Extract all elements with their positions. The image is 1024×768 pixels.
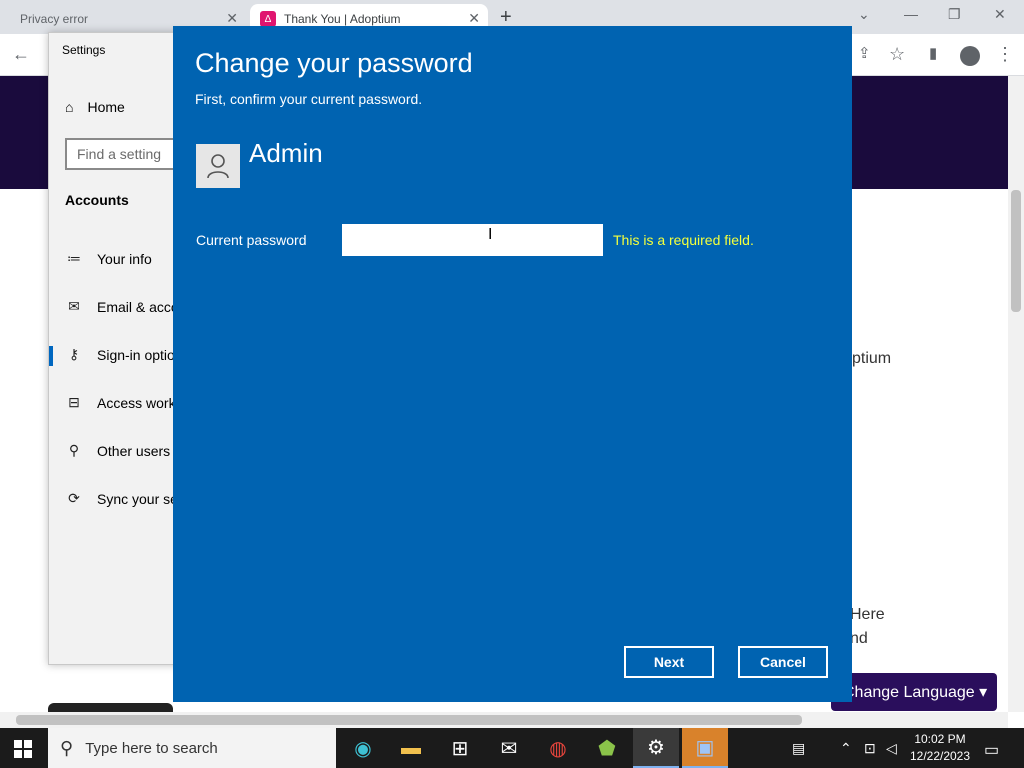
selection-indicator <box>49 346 53 366</box>
user-icon <box>207 154 229 179</box>
sidebar-item-label: Email & acco <box>97 298 179 315</box>
sidebar-item-home[interactable]: ⌂ Home <box>65 99 125 115</box>
restore-icon[interactable]: ❐ <box>948 6 961 23</box>
user-name: Admin <box>249 138 323 168</box>
file-explorer-icon[interactable]: ▬ <box>388 728 434 768</box>
taskbar-search-box[interactable]: ⚲ Type here to search <box>48 728 336 768</box>
sidebar-item-sign-in[interactable]: ⚷ Sign-in optio <box>65 346 175 363</box>
side-panel-icon[interactable]: ▮ <box>929 44 937 62</box>
news-icon[interactable]: ▤ <box>792 740 805 757</box>
chrome-icon[interactable]: ◍ <box>535 728 581 768</box>
back-arrow-icon[interactable]: ← <box>12 44 30 65</box>
taskbar-clock[interactable]: 10:02 PM 12/22/2023 <box>905 731 975 765</box>
vertical-scroll-thumb[interactable] <box>1011 190 1021 312</box>
key-icon: ⚷ <box>68 346 80 362</box>
clock-date: 12/22/2023 <box>909 749 971 763</box>
settings-window-title: Settings <box>62 43 106 57</box>
tab-title: Thank You | Adoptium <box>284 12 401 26</box>
close-icon[interactable]: ✕ <box>468 10 480 27</box>
change-language-button[interactable]: Change Language ▾ <box>831 673 997 711</box>
menu-dots-icon[interactable]: ⋮ <box>996 44 1014 65</box>
sidebar-item-access-work[interactable]: ⊟ Access work <box>65 394 176 411</box>
settings-gear-icon[interactable]: ⚙ <box>633 728 679 768</box>
volume-muted-icon[interactable]: ◁ <box>886 740 897 757</box>
sidebar-item-label: Access work <box>97 394 176 411</box>
store-icon[interactable]: ⊞ <box>437 728 483 768</box>
taskbar-search-placeholder: Type here to search <box>85 739 218 757</box>
dialog-title: Change your password <box>195 48 473 78</box>
tab-search-icon[interactable]: ⌄ <box>858 6 870 23</box>
app-gem-icon[interactable]: ⬟ <box>584 728 630 768</box>
adoptium-favicon-icon: Δ <box>260 11 276 27</box>
close-window-icon[interactable]: ✕ <box>994 6 1006 23</box>
installer-app-icon[interactable]: ▣ <box>682 728 728 768</box>
current-password-input[interactable] <box>342 224 603 256</box>
minimize-icon[interactable]: — <box>904 6 918 22</box>
sidebar-item-email[interactable]: ✉ Email & acco <box>65 298 179 315</box>
add-person-icon: ⚲ <box>68 442 80 458</box>
vertical-scrollbar[interactable] <box>1008 76 1024 712</box>
sidebar-item-label: Other users <box>97 442 171 459</box>
web-text-fragment: ptium <box>852 350 892 367</box>
edge-icon[interactable]: ◉ <box>340 728 386 768</box>
briefcase-icon: ⊟ <box>68 394 80 410</box>
close-icon[interactable]: ✕ <box>226 10 238 27</box>
dialog-subtitle: First, confirm your current password. <box>195 91 423 107</box>
mail-icon: ✉ <box>68 298 80 314</box>
sidebar-item-sync[interactable]: ⟳ Sync your se <box>65 490 178 507</box>
sidebar-item-your-info[interactable]: ≔ Your info <box>65 250 152 267</box>
person-card-icon: ≔ <box>67 250 81 266</box>
star-icon[interactable]: ☆ <box>889 44 905 65</box>
mail-app-icon[interactable]: ✉ <box>486 728 532 768</box>
notification-icon[interactable]: ▭ <box>984 740 999 760</box>
cancel-button[interactable]: Cancel <box>738 646 828 678</box>
sidebar-item-label: Home <box>87 99 125 115</box>
clock-time: 10:02 PM <box>914 732 966 746</box>
web-text-fragment: nd <box>850 630 868 647</box>
sync-icon: ⟳ <box>68 490 80 506</box>
home-icon: ⌂ <box>65 99 74 115</box>
sidebar-item-label: Sign-in optio <box>97 346 175 363</box>
profile-avatar-icon[interactable] <box>960 46 980 66</box>
section-heading: Accounts <box>65 192 129 208</box>
tab-title: Privacy error <box>20 12 89 26</box>
web-text-fragment: Here <box>850 606 885 623</box>
sidebar-item-other-users[interactable]: ⚲ Other users <box>65 442 170 459</box>
text-cursor-icon: I <box>488 226 493 243</box>
chevron-up-icon[interactable]: ⌃ <box>840 740 852 757</box>
next-button[interactable]: Next <box>624 646 714 678</box>
horizontal-scroll-thumb[interactable] <box>16 715 802 725</box>
sidebar-item-label: Sync your se <box>97 490 178 507</box>
required-field-error: This is a required field. <box>613 232 754 248</box>
current-password-label: Current password <box>196 232 307 248</box>
change-password-dialog: Change your password First, confirm your… <box>173 26 852 702</box>
network-icon[interactable]: ⊡ <box>864 740 876 757</box>
share-icon[interactable]: ⇪ <box>858 44 871 62</box>
windows-start-icon[interactable] <box>14 740 32 758</box>
user-avatar <box>196 144 240 188</box>
search-icon: ⚲ <box>60 737 74 758</box>
sidebar-item-label: Your info <box>97 250 152 267</box>
